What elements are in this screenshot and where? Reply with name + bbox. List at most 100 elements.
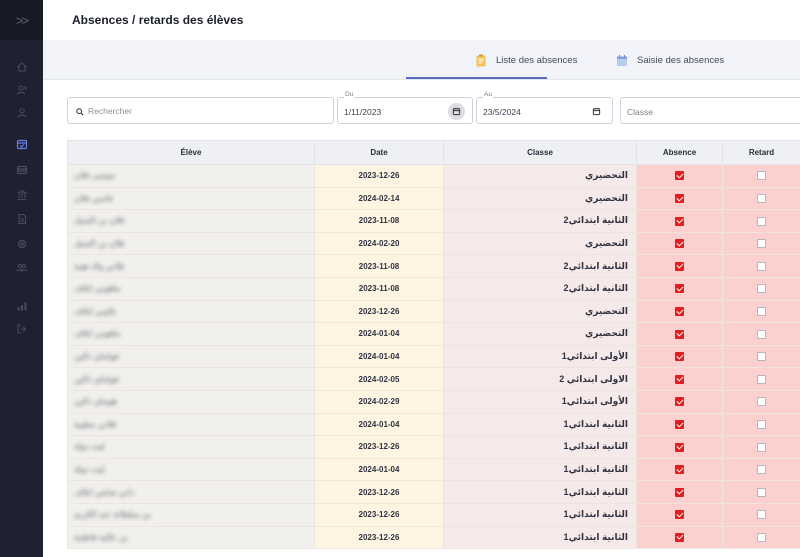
absence-checkbox[interactable] (675, 261, 684, 271)
cell-absence (636, 525, 723, 550)
column-header-absence[interactable]: Absence (636, 140, 723, 165)
date-au-calendar-button[interactable] (588, 103, 605, 120)
student-name: بن عالية فاطمة (74, 531, 128, 542)
table-header-row: Élève Date Classe Absence Retard (67, 140, 800, 165)
sidebar-item-home[interactable] (0, 57, 43, 77)
table-row[interactable]: بن سلطانة عبد الكريم 2023-12-26 الثانية اب… (67, 502, 800, 527)
table-row[interactable]: فلاني ولاد هيبة 2023-11-08 الثانية ابتدائي… (67, 254, 800, 278)
absence-checkbox[interactable] (675, 352, 684, 362)
cell-eleve: بن عالية فاطمة (67, 525, 315, 550)
table-row[interactable]: فاسي فلان 2024-02-14 التحضيري (67, 186, 800, 211)
table-row[interactable]: فلاني مطيبة 2024-01-04 الثانية ابتدائي1 (67, 412, 800, 437)
active-tab-indicator (406, 77, 547, 79)
retard-checkbox[interactable] (757, 374, 766, 384)
table-row[interactable]: فواماي دالين 2024-02-05 الاولى ابتدائي 2 (67, 367, 800, 391)
retard-checkbox[interactable] (757, 352, 766, 362)
table-row[interactable]: ماهوني ايلاف 2024-01-04 التحضيري (67, 322, 800, 346)
table-body: موسى فلان 2023-12-26 التحضيري فاسي فلان 2024… (67, 164, 800, 550)
absence-checkbox[interactable] (675, 397, 684, 407)
cell-date: 2023-12-26 (314, 525, 444, 550)
retard-checkbox[interactable] (757, 307, 766, 317)
sidebar-toggle[interactable]: >> (0, 0, 43, 40)
date-du-field[interactable]: Du 1/11/2023 (337, 91, 473, 124)
date-du-calendar-button[interactable] (448, 103, 465, 120)
clipboard-list-icon (476, 54, 486, 66)
tab-saisie-absences[interactable]: Saisie des absences (616, 40, 724, 80)
date-au-value: 23/5/2024 (483, 107, 521, 117)
table-row[interactable]: موسى فلان 2023-12-26 التحضيري (67, 164, 800, 188)
retard-checkbox[interactable] (757, 284, 766, 294)
cell-eleve: ليث دولة (67, 457, 315, 482)
retard-checkbox[interactable] (757, 532, 766, 542)
sidebar-item-users[interactable] (0, 103, 43, 123)
absence-checkbox[interactable] (675, 284, 684, 294)
table-row[interactable]: ماهوني ايلاف 2023-11-08 الثانية ابتدائي2 (67, 276, 800, 301)
table-row[interactable]: ليث دولة 2024-01-04 الثانية ابتدائي1 (67, 457, 800, 482)
absence-checkbox[interactable] (675, 442, 684, 452)
sidebar-item-absences[interactable] (0, 134, 43, 154)
column-header-date[interactable]: Date (314, 140, 444, 165)
table-row[interactable]: داني شامي ايلاف 2023-12-26 الثانية ابتدائي… (67, 480, 800, 504)
sidebar-item-settings[interactable] (0, 234, 43, 254)
group-icon (16, 263, 27, 272)
retard-checkbox[interactable] (757, 194, 766, 204)
table-row[interactable]: فواماي دالين 2024-01-04 الأولى ابتدائي1 (67, 344, 800, 369)
absence-checkbox[interactable] (675, 239, 684, 249)
list-icon (16, 165, 27, 175)
retard-checkbox[interactable] (757, 171, 766, 181)
cell-retard (722, 209, 800, 233)
retard-checkbox[interactable] (757, 397, 766, 407)
absence-checkbox[interactable] (675, 374, 684, 384)
cell-classe: التحضيري (443, 322, 637, 346)
absence-checkbox[interactable] (675, 487, 684, 497)
retard-checkbox[interactable] (757, 420, 766, 430)
retard-checkbox[interactable] (757, 465, 766, 475)
date-au-field[interactable]: Au 23/5/2024 (476, 91, 613, 124)
table-row[interactable]: هوماي دالين 2024-02-29 الأولى ابتدائي1 (67, 389, 800, 414)
date-au-label: Au (483, 91, 493, 98)
retard-checkbox[interactable] (757, 261, 766, 271)
sidebar-item-list[interactable] (0, 160, 43, 180)
absence-checkbox[interactable] (675, 329, 684, 339)
cell-classe: التحضيري (443, 186, 637, 211)
absence-checkbox[interactable] (675, 510, 684, 520)
column-header-eleve[interactable]: Élève (67, 140, 315, 165)
retard-checkbox[interactable] (757, 510, 766, 520)
absence-checkbox[interactable] (675, 420, 684, 430)
search-input[interactable]: Rechercher (67, 97, 334, 124)
cell-absence (636, 457, 723, 482)
retard-checkbox[interactable] (757, 442, 766, 452)
cell-retard (722, 367, 800, 391)
tab-liste-absences[interactable]: Liste des absences (475, 40, 577, 80)
sidebar-item-logout[interactable] (0, 319, 43, 339)
column-header-classe[interactable]: Classe (443, 140, 637, 165)
cell-date: 2023-12-26 (314, 480, 444, 504)
table-row[interactable]: ليث دولة 2023-12-26 الثانية ابتدائي1 (67, 435, 800, 459)
retard-checkbox[interactable] (757, 487, 766, 497)
classe-select[interactable]: Classe (620, 97, 800, 124)
sidebar-item-documents[interactable] (0, 209, 43, 229)
absence-checkbox[interactable] (675, 194, 684, 204)
table-row[interactable]: بن عالية فاطمة 2023-12-26 الثانية ابتدائي1 (67, 525, 800, 550)
sidebar-item-add-user[interactable] (0, 80, 43, 100)
table-row[interactable]: بلاوني ايلاف 2023-12-26 التحضيري (67, 299, 800, 324)
retard-checkbox[interactable] (757, 239, 766, 249)
absence-checkbox[interactable] (675, 532, 684, 542)
cell-date: 2024-01-04 (314, 344, 444, 369)
cell-absence (636, 435, 723, 459)
table-row[interactable]: فلان بن السيل 2024-02-20 التحضيري (67, 231, 800, 256)
student-name: ماهوني ايلاف (74, 283, 121, 294)
cell-retard (722, 299, 800, 324)
absence-checkbox[interactable] (675, 216, 684, 226)
retard-checkbox[interactable] (757, 329, 766, 339)
sidebar-item-bank[interactable] (0, 185, 43, 205)
sidebar-item-stats[interactable] (0, 296, 43, 316)
absence-checkbox[interactable] (675, 171, 684, 181)
column-header-retard[interactable]: Retard (722, 140, 800, 165)
retard-checkbox[interactable] (757, 216, 766, 226)
student-name: فلاني مطيبة (74, 418, 117, 429)
sidebar-item-groups[interactable] (0, 258, 43, 278)
absence-checkbox[interactable] (675, 465, 684, 475)
absence-checkbox[interactable] (675, 307, 684, 317)
table-row[interactable]: فلان بن السيل 2023-11-08 الثانية ابتدائي2 (67, 209, 800, 233)
